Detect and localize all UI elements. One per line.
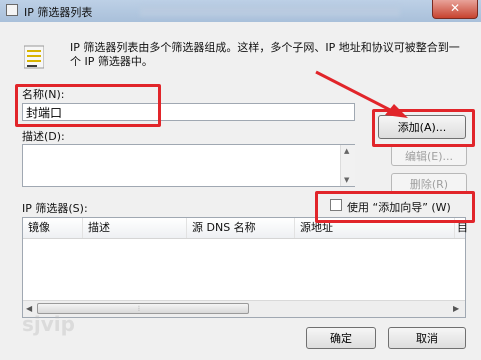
dialog-description: IP 筛选器列表由多个筛选器组成。这样，多个子网、IP 地址和协议可被整合到一个… — [70, 41, 460, 68]
title-bar: IP 筛选器列表 ✕ — [0, 0, 481, 23]
cancel-button[interactable]: 取消 — [388, 327, 466, 349]
column-header-source-dns[interactable]: 源 DNS 名称 — [187, 218, 295, 238]
window-title: IP 筛选器列表 — [24, 6, 93, 19]
close-icon: ✕ — [449, 1, 461, 15]
window-app-icon — [6, 4, 18, 16]
scroll-up-icon[interactable]: ▲ — [344, 147, 349, 155]
grip-icon: ⫶ — [138, 305, 140, 313]
scroll-down-icon[interactable]: ▼ — [344, 176, 349, 184]
column-header-mirror[interactable]: 镜像 — [23, 218, 83, 238]
column-header-description[interactable]: 描述 — [83, 218, 187, 238]
close-button[interactable]: ✕ — [432, 0, 478, 19]
ip-filters-list[interactable]: 镜像 描述 源 DNS 名称 源地址 目 ◀ ⫶ ▶ — [22, 217, 468, 318]
description-label: 描述(D): — [22, 130, 65, 143]
filter-list-icon — [24, 45, 44, 69]
horizontal-scrollbar[interactable]: ◀ ⫶ ▶ — [23, 300, 465, 317]
description-textarea[interactable]: ▲ ▼ — [22, 144, 355, 187]
scroll-right-icon[interactable]: ▶ — [453, 304, 459, 313]
annotation-wizard-highlight — [315, 191, 475, 223]
ip-filters-label: IP 筛选器(S): — [22, 202, 88, 215]
annotation-name-highlight — [15, 84, 161, 127]
annotation-add-highlight — [372, 109, 475, 147]
description-scrollbar[interactable]: ▲ ▼ — [340, 145, 355, 186]
blurred-title-background — [140, 6, 400, 16]
ok-button[interactable]: 确定 — [306, 327, 376, 349]
watermark: sjvip — [22, 312, 75, 336]
edit-button[interactable]: 编辑(E)... — [391, 145, 467, 166]
